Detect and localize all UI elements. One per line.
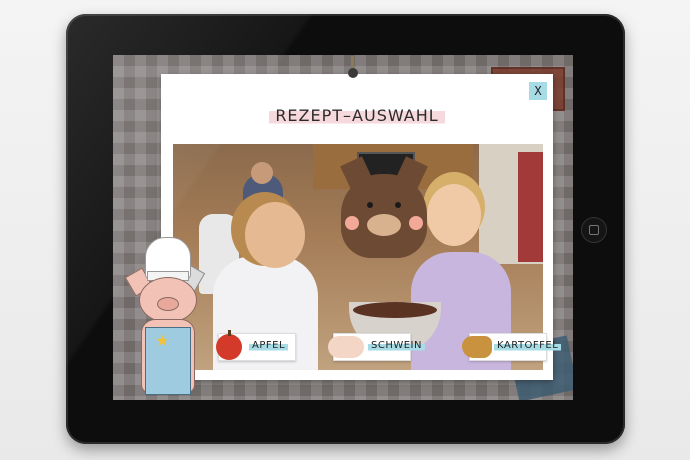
pin-icon: [348, 68, 358, 78]
choice-kartoffel-button[interactable]: KARTOFFEL: [462, 333, 562, 361]
choice-apfel-button[interactable]: APFEL: [216, 330, 296, 361]
red-cabinet: [518, 152, 543, 262]
home-button[interactable]: [581, 217, 607, 243]
choice-label: SCHWEIN: [368, 339, 425, 352]
potato-icon: [462, 336, 492, 358]
star-icon: ★: [155, 331, 170, 350]
choice-label: KARTOFFEL: [494, 339, 562, 352]
chef-pig-mascot-icon: ★: [123, 237, 211, 399]
app-screen: X REZEPT–AUSWAHL APFEL SCHWEIN KARTOFFEL…: [113, 55, 573, 400]
recipe-selection-card: X REZEPT–AUSWAHL APFEL SCHWEIN KARTOFFEL: [161, 56, 562, 380]
close-button[interactable]: X: [529, 82, 547, 100]
pig-icon: [328, 336, 364, 358]
tablet-device: X REZEPT–AUSWAHL APFEL SCHWEIN KARTOFFEL…: [66, 14, 625, 444]
choice-schwein-button[interactable]: SCHWEIN: [328, 333, 425, 361]
girl-left-head: [245, 202, 305, 268]
background-person-head: [251, 162, 273, 184]
boar-character-icon: [340, 156, 428, 258]
apple-icon: [216, 330, 242, 360]
choice-label: APFEL: [249, 339, 289, 352]
page-title: REZEPT–AUSWAHL: [269, 104, 445, 127]
girl-right-head: [427, 184, 481, 246]
home-square-icon: [589, 225, 599, 235]
